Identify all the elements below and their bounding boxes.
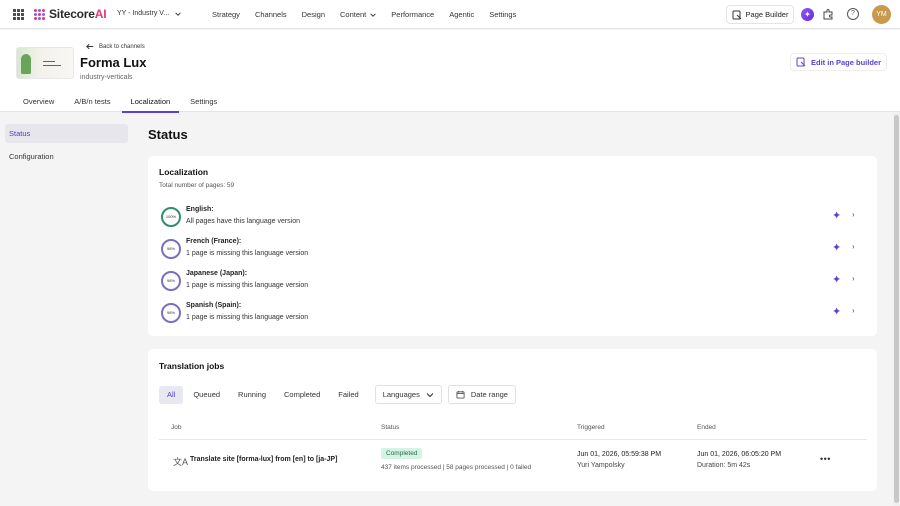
- ended-at: Jun 01, 2026, 06:05:20 PM: [697, 451, 782, 458]
- more-icon[interactable]: •••: [820, 454, 831, 464]
- site-selector[interactable]: YY - Industry V...: [117, 10, 181, 17]
- nav-settings[interactable]: Settings: [489, 10, 516, 19]
- column-header-ended: Ended: [697, 424, 716, 431]
- scrollbar[interactable]: [893, 113, 900, 506]
- sparkle-icon[interactable]: ✦: [832, 275, 843, 286]
- sidebar-item-configuration[interactable]: Configuration: [5, 147, 128, 166]
- translation-jobs-title: Translation jobs: [159, 361, 225, 371]
- avatar[interactable]: YM: [872, 5, 891, 24]
- site-selector-label: YY - Industry V...: [117, 10, 170, 17]
- chevron-right-icon[interactable]: ›: [852, 306, 855, 315]
- tab-settings[interactable]: Settings: [181, 95, 226, 113]
- chevron-down-icon: [370, 12, 377, 17]
- filter-queued[interactable]: Queued: [185, 386, 228, 404]
- status-detail: 437 items processed | 58 pages processed…: [381, 464, 532, 471]
- status-badge: Completed: [381, 448, 423, 459]
- language-description: 1 page is missing this language version: [186, 314, 309, 321]
- progress-ring: 98%: [161, 239, 181, 259]
- language-description: 1 page is missing this language version: [186, 250, 309, 257]
- language-row-french[interactable]: 98% French (France): 1 page is missing t…: [161, 238, 861, 262]
- apps-grid-icon[interactable]: [13, 9, 24, 20]
- language-description: All pages have this language version: [186, 218, 301, 225]
- page-title: Status: [148, 127, 188, 142]
- progress-ring: 98%: [161, 271, 181, 291]
- edit-label: Edit in Page builder: [811, 57, 882, 67]
- language-row-japanese[interactable]: 98% Japanese (Japan): 1 page is missing …: [161, 270, 861, 294]
- sparkle-icon[interactable]: ✦: [832, 307, 843, 318]
- sparkle-icon[interactable]: ✦: [832, 243, 843, 254]
- site-tabs: Overview A/B/n tests Localization Settin…: [14, 95, 228, 113]
- progress-ring: 98%: [161, 303, 181, 323]
- job-name: Translate site [forma-lux] from [en] to …: [190, 456, 338, 463]
- site-title: Forma Lux: [80, 55, 147, 70]
- localization-title: Localization: [159, 167, 209, 177]
- sitecore-logo[interactable]: SitecoreAI: [34, 7, 107, 21]
- calendar-icon: [456, 390, 465, 399]
- translate-icon: 文A: [173, 457, 189, 467]
- ai-assistant-icon[interactable]: ✦: [801, 8, 814, 21]
- sidebar-item-status[interactable]: Status: [5, 124, 128, 143]
- back-label: Back to channels: [99, 43, 145, 50]
- translation-jobs-card: Translation jobs All Queued Running Comp…: [148, 349, 877, 491]
- site-subtitle: industry-verticals: [80, 74, 133, 81]
- nav-agentic[interactable]: Agentic: [449, 10, 474, 19]
- top-nav: Strategy Channels Design Content Perform…: [212, 10, 531, 19]
- chevron-down-icon: [426, 392, 434, 397]
- date-range-picker[interactable]: Date range: [447, 385, 516, 404]
- tab-ab-tests[interactable]: A/B/n tests: [65, 95, 119, 113]
- page-builder-label: Page Builder: [745, 10, 789, 19]
- page-builder-icon: [732, 10, 741, 19]
- triggered-at: Jun 01, 2026, 05:59:38 PM: [577, 451, 662, 458]
- tab-overview[interactable]: Overview: [14, 95, 63, 113]
- sitecore-logo-icon: [34, 8, 45, 20]
- page-builder-button[interactable]: Page Builder: [726, 5, 794, 24]
- filter-completed[interactable]: Completed: [276, 386, 328, 404]
- nav-design[interactable]: Design: [302, 10, 325, 19]
- edit-in-page-builder-button[interactable]: Edit in Page builder: [790, 53, 888, 71]
- filter-all[interactable]: All: [159, 385, 184, 404]
- languages-dropdown[interactable]: Languages: [374, 385, 442, 404]
- help-icon[interactable]: ?: [847, 8, 859, 20]
- language-name: Japanese (Japan):: [186, 270, 248, 277]
- chevron-right-icon[interactable]: ›: [852, 210, 855, 219]
- progress-ring: 100%: [161, 207, 181, 227]
- language-description: 1 page is missing this language version: [186, 282, 309, 289]
- page-builder-icon: [796, 57, 806, 67]
- site-header: ▬▬▬▬ ▬▬▬▬▬▬ Back to channels Forma Lux in…: [0, 30, 900, 113]
- localization-total: Total number of pages: 59: [159, 182, 235, 189]
- column-header-job: Job: [171, 424, 182, 431]
- arrow-left-icon: [86, 43, 94, 50]
- filter-running[interactable]: Running: [230, 386, 274, 404]
- language-row-spanish[interactable]: 98% Spanish (Spain): 1 page is missing t…: [161, 302, 861, 326]
- sparkle-icon[interactable]: ✦: [832, 211, 843, 222]
- divider: [159, 439, 867, 440]
- languages-label: Languages: [382, 390, 420, 399]
- chevron-down-icon: [175, 11, 181, 16]
- language-name: Spanish (Spain):: [186, 302, 242, 309]
- localization-card: Localization Total number of pages: 59 1…: [148, 156, 877, 336]
- nav-channels[interactable]: Channels: [255, 10, 287, 19]
- nav-performance[interactable]: Performance: [391, 10, 434, 19]
- back-to-channels-link[interactable]: Back to channels: [86, 43, 145, 50]
- triggered-by: Yuri Yampolsky: [577, 462, 625, 469]
- top-bar: SitecoreAI YY - Industry V... Strategy C…: [0, 0, 900, 29]
- logo-text: SitecoreAI: [49, 7, 107, 21]
- chevron-right-icon[interactable]: ›: [852, 274, 855, 283]
- job-filters: All Queued Running Completed Failed Lang…: [159, 385, 516, 404]
- language-name: French (France):: [186, 238, 242, 245]
- nav-content[interactable]: Content: [340, 10, 377, 19]
- date-range-label: Date range: [470, 390, 508, 399]
- tab-localization[interactable]: Localization: [121, 95, 180, 113]
- extension-icon[interactable]: [822, 8, 834, 20]
- language-row-english[interactable]: 100% English: All pages have this langua…: [161, 206, 861, 230]
- chevron-right-icon[interactable]: ›: [852, 242, 855, 251]
- filter-failed[interactable]: Failed: [330, 386, 366, 404]
- column-header-triggered: Triggered: [577, 424, 605, 431]
- column-header-status: Status: [381, 424, 400, 431]
- language-name: English:: [186, 206, 214, 213]
- nav-strategy[interactable]: Strategy: [212, 10, 240, 19]
- duration: Duration: 5m 42s: [697, 462, 751, 469]
- site-thumbnail: ▬▬▬▬ ▬▬▬▬▬▬: [16, 47, 74, 79]
